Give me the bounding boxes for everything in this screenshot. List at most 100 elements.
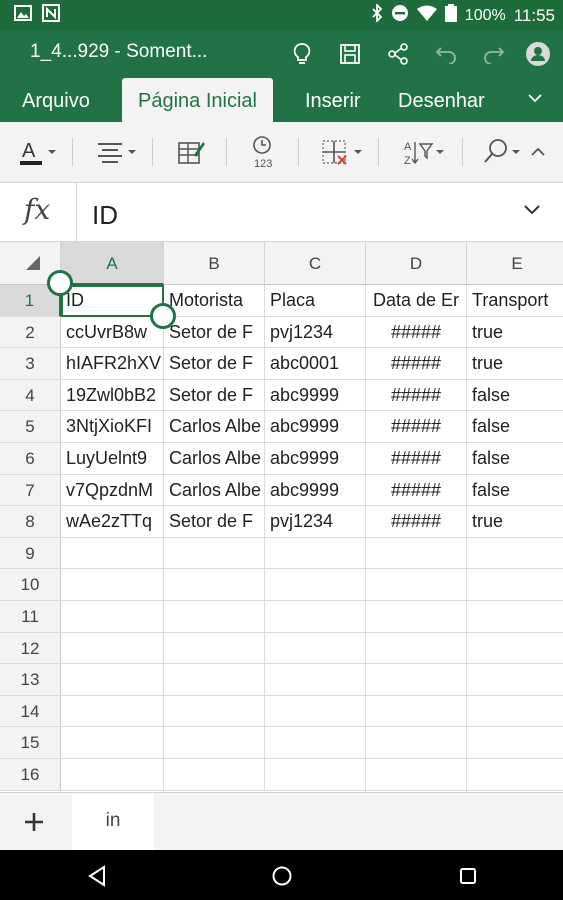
cell-b3[interactable]: Setor de F — [164, 348, 265, 380]
row-header-6[interactable]: 6 — [0, 443, 61, 475]
cell-d14[interactable] — [366, 695, 467, 728]
cell-b12[interactable] — [164, 632, 265, 665]
row-header-3[interactable]: 3 — [0, 348, 61, 380]
cell-a6[interactable]: LuyUelnt9 — [61, 443, 164, 475]
cell-e16[interactable] — [467, 759, 563, 791]
row-header-13[interactable]: 13 — [0, 664, 61, 696]
cell-c11[interactable] — [265, 601, 366, 633]
cell-b8[interactable]: Setor de F — [164, 506, 265, 538]
cell-d6[interactable]: ##### — [366, 443, 467, 475]
number-format-icon[interactable]: 123 — [248, 136, 280, 169]
cell-d5[interactable]: ##### — [366, 411, 467, 443]
row-header-11[interactable]: 11 — [0, 601, 61, 633]
row-header-5[interactable]: 5 — [0, 411, 61, 443]
cell-c13[interactable] — [265, 664, 366, 696]
save-icon[interactable] — [336, 40, 364, 68]
tab-pagina-inicial[interactable]: Página Inicial — [122, 78, 273, 122]
cell-a2[interactable]: ccUvrB8w — [61, 316, 164, 349]
cell-d9[interactable] — [366, 537, 467, 570]
cell-c15[interactable] — [265, 727, 366, 759]
sort-filter-icon[interactable]: A Z — [402, 136, 446, 168]
home-icon[interactable] — [269, 863, 295, 889]
chevron-down-icon[interactable] — [527, 90, 543, 111]
cell-b6[interactable]: Carlos Albe — [164, 443, 265, 475]
cell-c9[interactable] — [265, 537, 366, 570]
cell-b11[interactable] — [164, 601, 265, 633]
borders-icon[interactable] — [320, 136, 364, 168]
cell-a1[interactable]: ID — [61, 285, 164, 317]
row-header-4[interactable]: 4 — [0, 379, 61, 412]
column-header-d[interactable]: D — [366, 242, 467, 285]
cell-b14[interactable] — [164, 695, 265, 728]
cell-c12[interactable] — [265, 632, 366, 665]
cell-c6[interactable]: abc9999 — [265, 443, 366, 475]
account-icon[interactable] — [524, 40, 552, 68]
cell-b2[interactable]: Setor de F — [164, 316, 265, 349]
cell-b16[interactable] — [164, 759, 265, 791]
find-icon[interactable] — [482, 136, 522, 168]
cell-d13[interactable] — [366, 664, 467, 696]
cell-b15[interactable] — [164, 727, 265, 759]
cell-d12[interactable] — [366, 632, 467, 665]
cell-b13[interactable] — [164, 664, 265, 696]
column-header-e[interactable]: E — [467, 242, 563, 285]
cell-e3[interactable]: true — [467, 348, 563, 380]
collapse-ribbon-icon[interactable] — [530, 136, 546, 168]
cell-c3[interactable]: abc0001 — [265, 348, 366, 380]
cell-d1[interactable]: Data de Er — [366, 285, 467, 317]
tab-desenhar[interactable]: Desenhar — [398, 78, 485, 122]
row-header-9[interactable]: 9 — [0, 537, 61, 570]
formula-input[interactable]: ID — [92, 200, 118, 231]
sheet-tab-in[interactable]: in — [72, 793, 154, 851]
selection-handle-end[interactable] — [150, 303, 176, 329]
cell-e8[interactable]: true — [467, 506, 563, 538]
cell-e13[interactable] — [467, 664, 563, 696]
cell-e6[interactable]: false — [467, 443, 563, 475]
cell-a11[interactable] — [61, 601, 164, 633]
font-color-button[interactable]: A — [18, 136, 58, 168]
cell-c5[interactable]: abc9999 — [265, 411, 366, 443]
cell-c8[interactable]: pvj1234 — [265, 506, 366, 538]
cell-a3[interactable]: hIAFR2hXV — [61, 348, 164, 380]
cell-a14[interactable] — [61, 695, 164, 728]
format-cells-icon[interactable] — [176, 136, 206, 168]
cell-d10[interactable] — [366, 569, 467, 601]
row-header-15[interactable]: 15 — [0, 727, 61, 759]
cell-a16[interactable] — [61, 759, 164, 791]
cell-d15[interactable] — [366, 727, 467, 759]
row-header-16[interactable]: 16 — [0, 759, 61, 791]
cell-c7[interactable]: abc9999 — [265, 474, 366, 507]
column-header-b[interactable]: B — [164, 242, 265, 285]
cell-e10[interactable] — [467, 569, 563, 601]
row-header-7[interactable]: 7 — [0, 474, 61, 507]
cell-b4[interactable]: Setor de F — [164, 379, 265, 412]
cell-e1[interactable]: Transport — [467, 285, 563, 317]
add-sheet-button[interactable] — [14, 805, 54, 839]
cell-c1[interactable]: Placa — [265, 285, 366, 317]
column-header-a[interactable]: A — [61, 242, 164, 285]
cell-c10[interactable] — [265, 569, 366, 601]
cell-d11[interactable] — [366, 601, 467, 633]
cell-e12[interactable] — [467, 633, 563, 665]
cell-d8[interactable]: ##### — [366, 506, 467, 538]
cell-c4[interactable]: abc9999 — [265, 379, 366, 412]
cell-a7[interactable]: v7QpzdnM — [61, 474, 164, 507]
document-title[interactable]: 1_4...929 - Soment... — [30, 41, 207, 63]
cell-e14[interactable] — [467, 696, 563, 728]
spreadsheet-grid[interactable]: A B C D E 1 ID Motorista Placa Data de Er Transpor… — [0, 242, 563, 792]
cell-e15[interactable] — [467, 727, 563, 759]
chevron-down-icon[interactable] — [523, 203, 541, 222]
cell-b10[interactable] — [164, 569, 265, 601]
cell-a5[interactable]: 3NtjXioKFI — [61, 411, 164, 443]
cell-e4[interactable]: false — [467, 380, 563, 412]
cell-d7[interactable]: ##### — [366, 474, 467, 507]
tab-arquivo[interactable]: Arquivo — [22, 78, 90, 122]
cell-c14[interactable] — [265, 695, 366, 728]
cell-e11[interactable] — [467, 601, 563, 633]
cell-b5[interactable]: Carlos Albe — [164, 411, 265, 443]
cell-a12[interactable] — [61, 632, 164, 665]
cell-e5[interactable]: false — [467, 411, 563, 443]
undo-icon[interactable] — [432, 40, 460, 68]
back-icon[interactable] — [84, 863, 110, 889]
row-header-2[interactable]: 2 — [0, 316, 61, 349]
